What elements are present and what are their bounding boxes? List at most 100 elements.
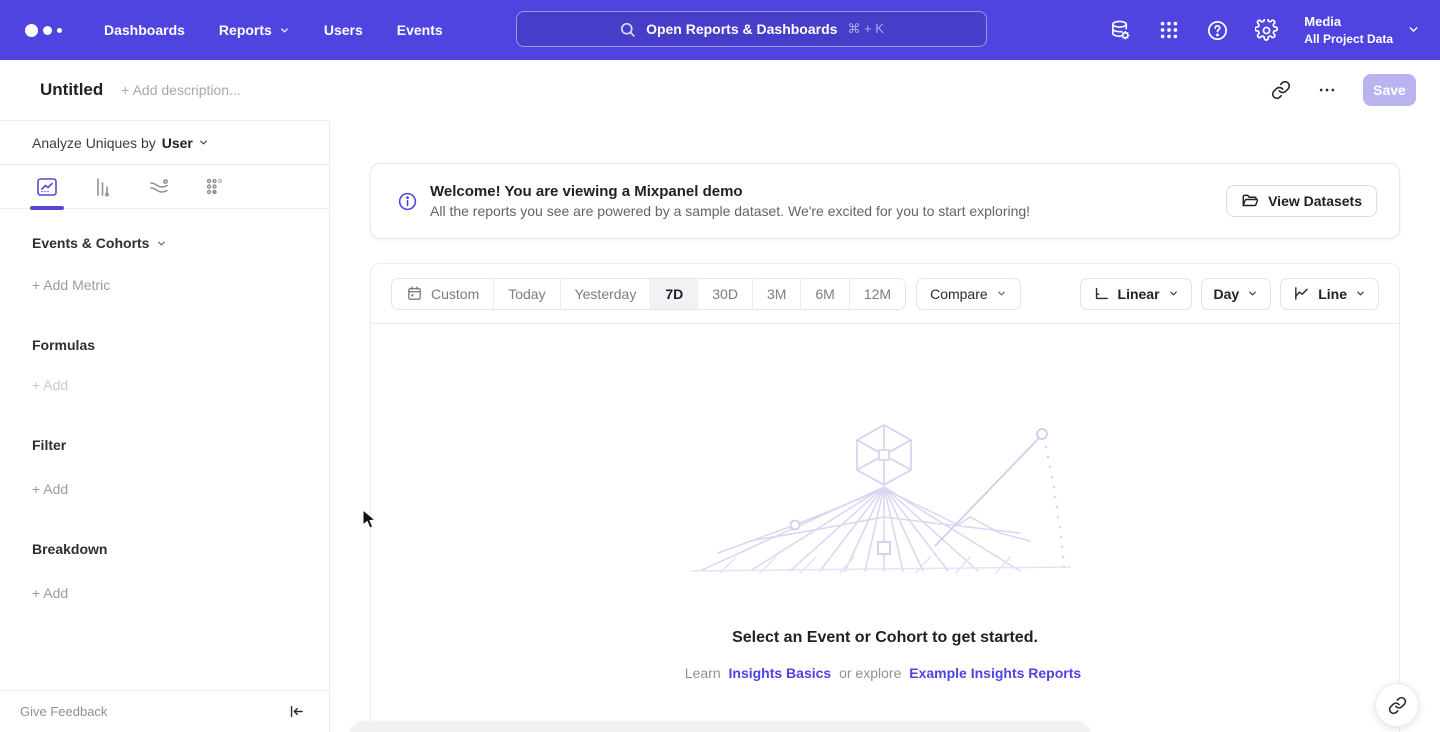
- filter-heading: Filter: [32, 437, 329, 453]
- compare-button[interactable]: Compare: [916, 278, 1021, 310]
- top-nav: Dashboards Reports Users Events Open Rep…: [0, 0, 1440, 60]
- apps-grid-icon[interactable]: [1158, 19, 1180, 41]
- range-yesterday[interactable]: Yesterday: [561, 279, 652, 309]
- interval-label: Day: [1214, 286, 1240, 302]
- nav-users[interactable]: Users: [324, 22, 363, 38]
- range-6m[interactable]: 6M: [801, 279, 849, 309]
- chevron-down-icon: [996, 288, 1007, 299]
- range-custom[interactable]: Custom: [392, 279, 494, 309]
- retention-dots-icon: [203, 175, 227, 199]
- report-card: Custom Today Yesterday 7D 30D 3M 6M 12M …: [370, 263, 1400, 732]
- chart-type-dropdown[interactable]: Line: [1280, 278, 1379, 310]
- search-placeholder: Open Reports & Dashboards: [646, 21, 837, 37]
- add-description-field[interactable]: + Add description...: [121, 82, 240, 98]
- bar-chart-icon: [91, 175, 115, 199]
- empty-state-links: Learn Insights Basics or explore Example…: [685, 665, 1085, 681]
- linear-scale-icon: [1093, 285, 1110, 302]
- more-ellipsis-icon[interactable]: [1317, 80, 1337, 100]
- chevron-down-icon: [1407, 23, 1420, 36]
- filter-label: Filter: [32, 437, 66, 453]
- add-metric-button[interactable]: + Add Metric: [32, 277, 329, 293]
- nav-reports[interactable]: Reports: [219, 22, 290, 38]
- data-management-icon[interactable]: [1109, 19, 1132, 42]
- project-selector[interactable]: Media All Project Data: [1304, 13, 1420, 47]
- range-7d[interactable]: 7D: [651, 279, 698, 309]
- range-6m-label: 6M: [815, 286, 834, 302]
- add-formula-button[interactable]: + Add: [32, 377, 329, 393]
- empty-state-illustration: [690, 421, 1080, 581]
- chevron-down-icon: [1355, 288, 1366, 299]
- search-icon: [619, 21, 636, 38]
- learn-prefix: Learn: [685, 665, 721, 681]
- empty-state: Select an Event or Cohort to get started…: [371, 325, 1399, 681]
- scale-label: Linear: [1118, 286, 1160, 302]
- save-button[interactable]: Save: [1363, 74, 1416, 106]
- welcome-banner: Welcome! You are viewing a Mixpanel demo…: [370, 163, 1400, 239]
- links-middle-text: or explore: [839, 665, 901, 681]
- breakdown-heading: Breakdown: [32, 541, 329, 557]
- range-3m[interactable]: 3M: [753, 279, 801, 309]
- help-icon[interactable]: [1206, 19, 1229, 42]
- events-cohorts-label: Events & Cohorts: [32, 235, 149, 251]
- mixpanel-logo[interactable]: [25, 24, 70, 37]
- nav-dashboards[interactable]: Dashboards: [104, 22, 185, 38]
- info-icon: [397, 191, 418, 212]
- range-12m-label: 12M: [864, 286, 891, 302]
- give-feedback-link[interactable]: Give Feedback: [20, 704, 107, 719]
- tab-flow[interactable]: [144, 172, 174, 202]
- chevron-down-icon: [1168, 288, 1179, 299]
- global-search-input[interactable]: Open Reports & Dashboards ⌘ + K: [516, 11, 987, 47]
- date-range-segmented-control: Custom Today Yesterday 7D 30D 3M 6M 12M: [391, 278, 906, 310]
- nav-reports-label: Reports: [219, 22, 272, 38]
- chevron-down-icon: [156, 238, 167, 249]
- tab-retention[interactable]: [200, 172, 230, 202]
- scale-dropdown[interactable]: Linear: [1080, 278, 1192, 310]
- range-30d-label: 30D: [712, 286, 738, 302]
- nav-events[interactable]: Events: [397, 22, 443, 38]
- range-3m-label: 3M: [767, 286, 786, 302]
- tab-insights-line-chart[interactable]: [32, 172, 62, 202]
- range-12m[interactable]: 12M: [850, 279, 905, 309]
- settings-gear-icon[interactable]: [1255, 19, 1278, 42]
- copy-link-icon[interactable]: [1271, 80, 1291, 100]
- tab-bar-chart[interactable]: [88, 172, 118, 202]
- formulas-heading: Formulas: [32, 337, 329, 353]
- share-link-fab[interactable]: [1375, 683, 1419, 727]
- view-datasets-label: View Datasets: [1268, 193, 1362, 209]
- add-filter-button[interactable]: + Add: [32, 481, 329, 497]
- add-breakdown-button[interactable]: + Add: [32, 585, 329, 601]
- collapse-sidebar-icon[interactable]: [288, 703, 305, 720]
- selected-tab-underline: [30, 206, 64, 210]
- calendar-icon: [406, 285, 423, 302]
- formulas-label: Formulas: [32, 337, 95, 353]
- range-custom-label: Custom: [431, 286, 479, 302]
- banner-subtitle: All the reports you see are powered by a…: [430, 203, 1030, 219]
- analyze-by-dropdown[interactable]: User: [162, 135, 209, 151]
- banner-title: Welcome! You are viewing a Mixpanel demo: [430, 183, 1030, 200]
- search-shortcut: ⌘ + K: [847, 21, 884, 37]
- nav-dashboards-label: Dashboards: [104, 22, 185, 38]
- nav-users-label: Users: [324, 22, 363, 38]
- link-icon: [1388, 696, 1407, 715]
- chevron-down-icon: [1247, 288, 1258, 299]
- range-today[interactable]: Today: [494, 279, 560, 309]
- interval-dropdown[interactable]: Day: [1201, 278, 1272, 310]
- report-title[interactable]: Untitled: [40, 80, 103, 100]
- project-scope: All Project Data: [1304, 31, 1393, 47]
- range-yesterday-label: Yesterday: [575, 286, 637, 302]
- example-insights-reports-link[interactable]: Example Insights Reports: [909, 665, 1081, 681]
- range-30d[interactable]: 30D: [698, 279, 753, 309]
- insights-basics-link[interactable]: Insights Basics: [729, 665, 832, 681]
- breakdown-label: Breakdown: [32, 541, 107, 557]
- date-range-toolbar: Custom Today Yesterday 7D 30D 3M 6M 12M …: [371, 264, 1399, 324]
- range-today-label: Today: [508, 286, 545, 302]
- events-cohorts-heading[interactable]: Events & Cohorts: [32, 235, 329, 251]
- report-title-bar: Untitled + Add description... Save: [0, 60, 1440, 120]
- folder-icon: [1241, 192, 1259, 210]
- view-datasets-button[interactable]: View Datasets: [1226, 185, 1377, 217]
- chevron-down-icon: [279, 25, 290, 36]
- main-content: Welcome! You are viewing a Mixpanel demo…: [330, 120, 1440, 732]
- empty-state-heading: Select an Event or Cohort to get started…: [732, 629, 1038, 647]
- chart-type-label: Line: [1318, 286, 1347, 302]
- line-chart-icon: [35, 175, 59, 199]
